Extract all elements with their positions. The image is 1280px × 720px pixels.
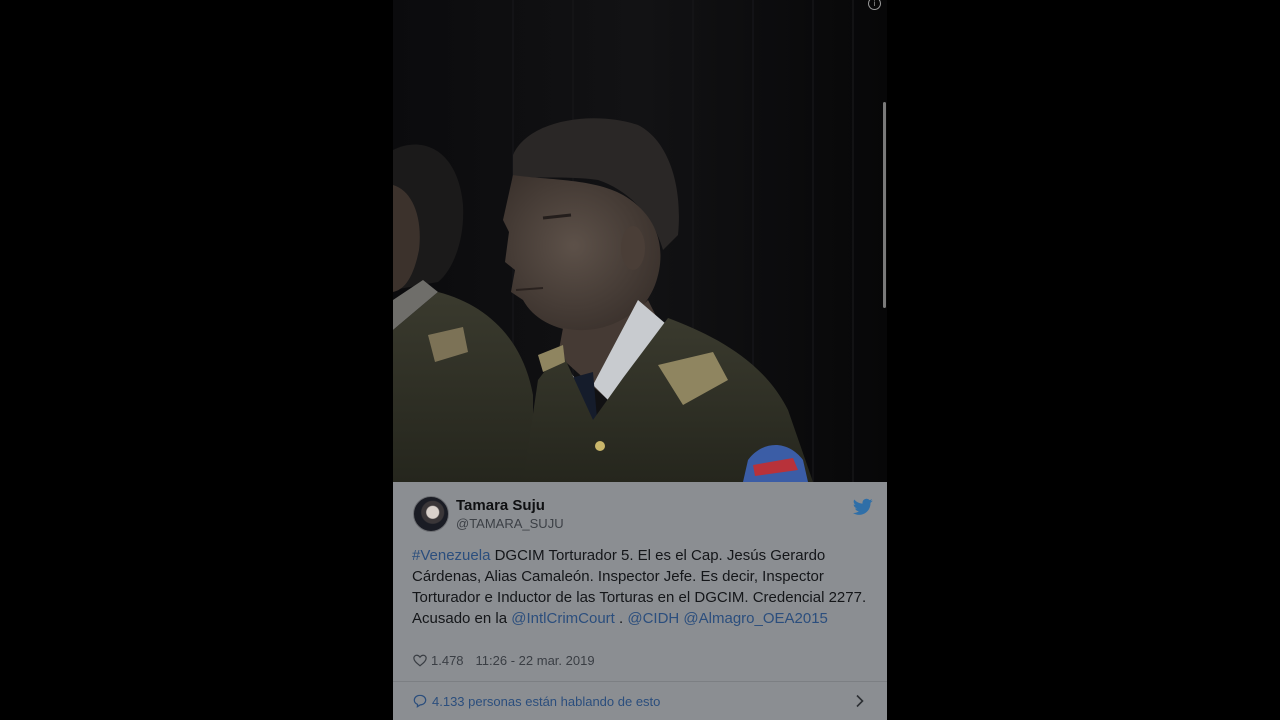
hashtag-venezuela[interactable]: #Venezuela — [412, 547, 490, 564]
tweet-text-separator: . — [614, 610, 628, 627]
tweet-timestamp[interactable]: 11:26 - 22 mar. 2019 — [476, 653, 595, 668]
tweet-card: Tamara Suju @TAMARA_SUJU #Venezuela DGCI… — [393, 482, 887, 720]
conversation-count-text[interactable]: 4.133 personas están hablando de esto — [432, 694, 660, 709]
avatar[interactable] — [413, 496, 449, 532]
like-count[interactable]: 1.478 — [431, 653, 464, 668]
twitter-bird-icon[interactable] — [853, 498, 873, 516]
speech-bubble-icon — [413, 694, 427, 708]
tweet-text: #Venezuela DGCIM Torturador 5. El es el … — [412, 545, 872, 629]
author-name[interactable]: Tamara Suju — [456, 497, 545, 514]
mention-cidh[interactable]: @CIDH — [627, 610, 679, 627]
tweet-photo[interactable] — [393, 0, 887, 482]
tweet-header: Tamara Suju @TAMARA_SUJU — [413, 496, 873, 536]
conversation-link[interactable]: 4.133 personas están hablando de esto — [393, 682, 887, 720]
scrollbar[interactable] — [883, 102, 886, 308]
mention-intlcrimcourt[interactable]: @IntlCrimCourt — [511, 610, 615, 627]
heart-icon[interactable] — [413, 654, 427, 667]
mention-almagro[interactable]: @Almagro_OEA2015 — [683, 610, 827, 627]
tweet-meta: 1.478 11:26 - 22 mar. 2019 — [413, 653, 595, 668]
chevron-right-icon[interactable] — [855, 694, 865, 708]
tweet-screenshot: i Tamara Suju @TAMARA_SUJU #Venezuela DG… — [393, 0, 887, 720]
photo-illustration — [393, 0, 887, 482]
author-handle[interactable]: @TAMARA_SUJU — [456, 516, 564, 531]
